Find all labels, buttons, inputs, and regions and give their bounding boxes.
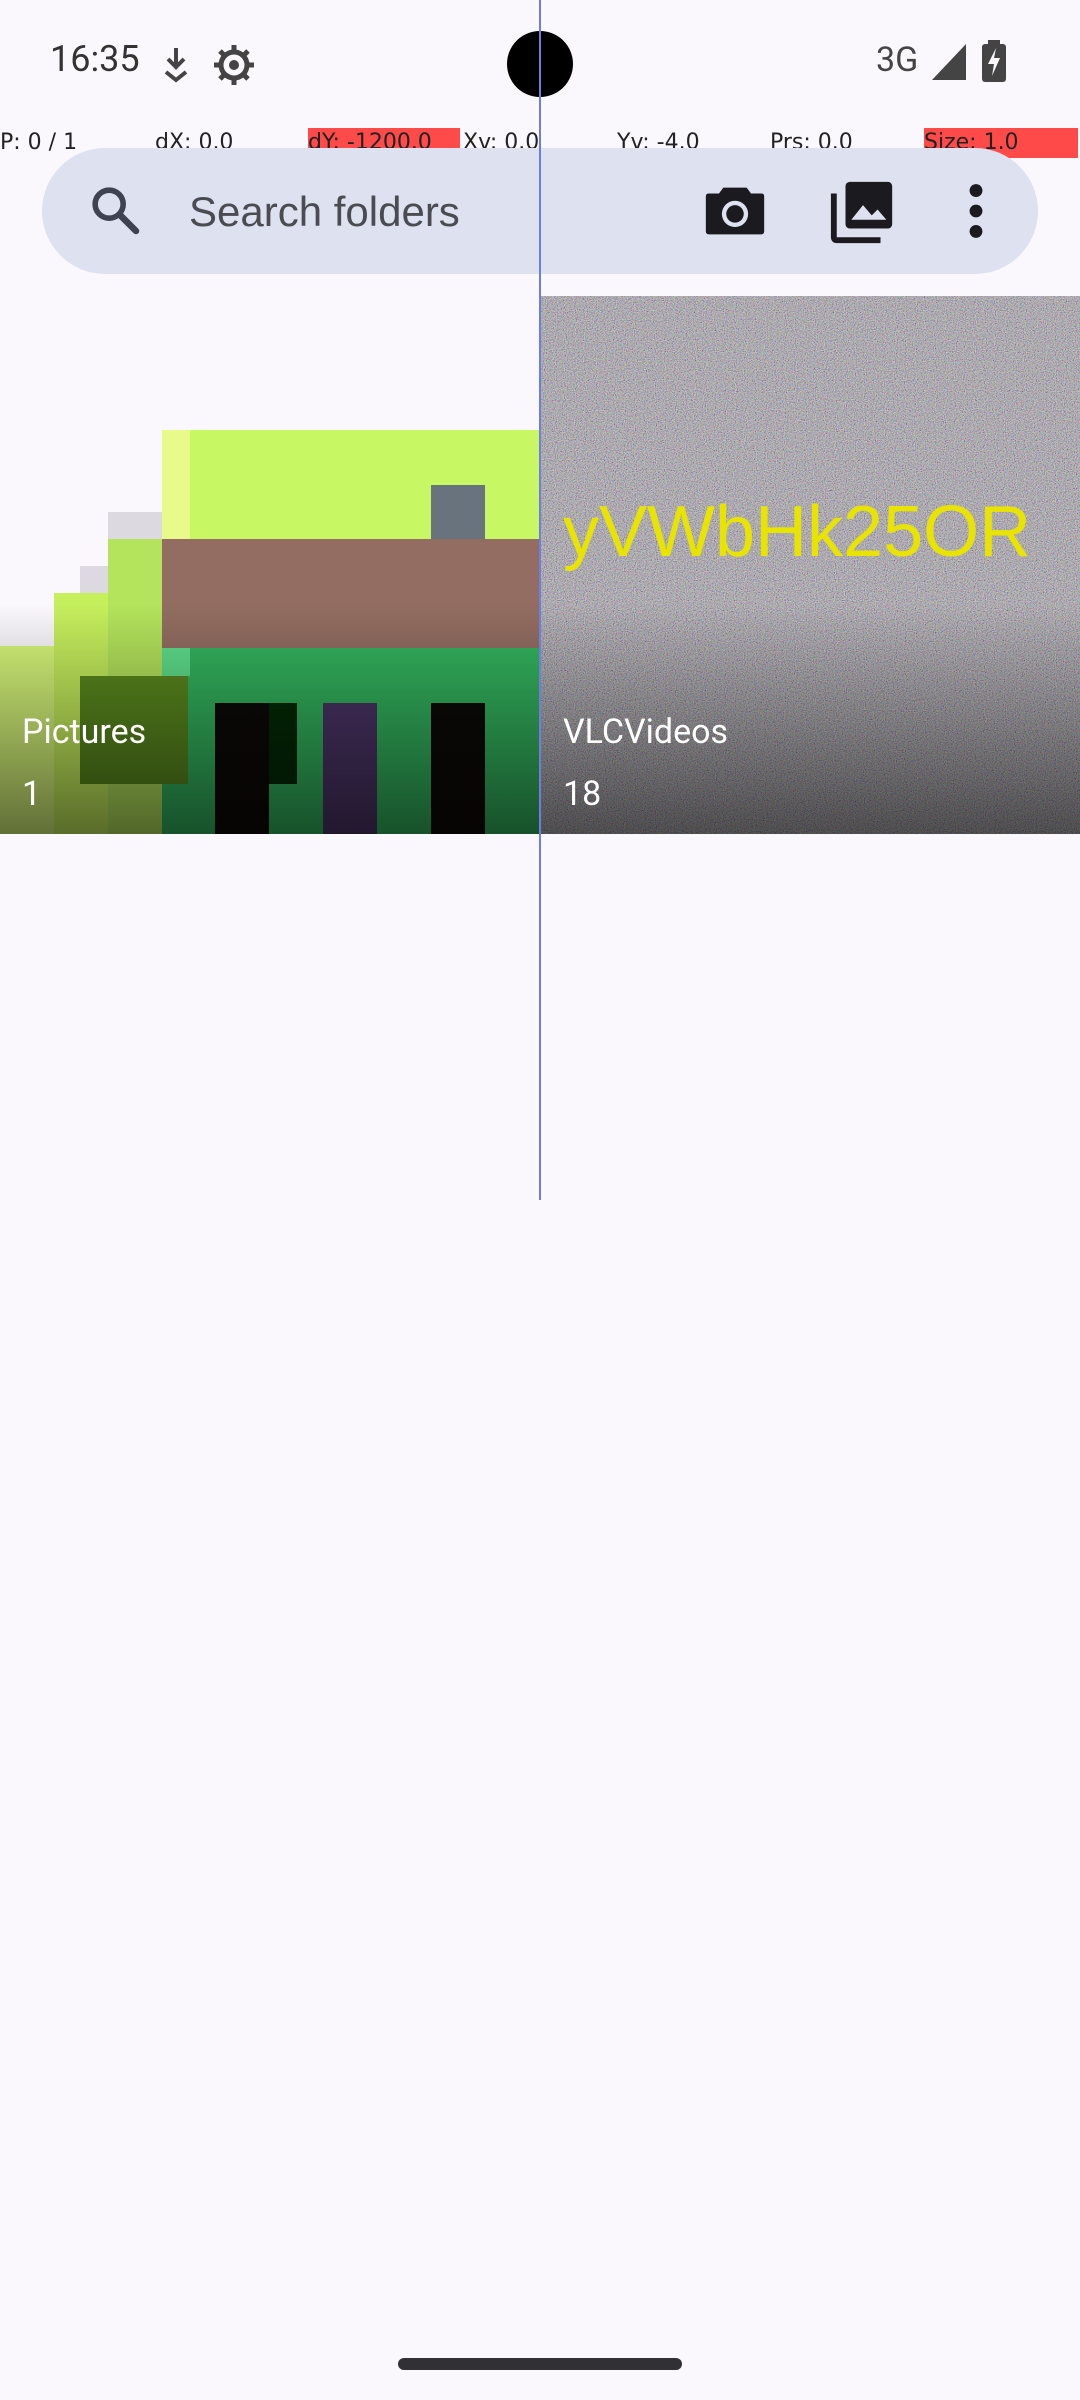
folder-name: Pictures <box>22 712 147 752</box>
settings-gear-icon <box>214 45 254 85</box>
battery-charging-icon <box>982 40 1006 82</box>
folder-name: VLCVideos <box>563 712 729 752</box>
download-notification-icon <box>164 48 188 83</box>
camera-icon[interactable] <box>700 176 770 246</box>
thumbnail-text: yVWbHk25OR <box>563 492 1031 572</box>
gallery-icon[interactable] <box>828 176 898 246</box>
status-time: 16:35 <box>50 38 140 80</box>
folder-count: 1 <box>22 774 42 814</box>
folder-count: 18 <box>563 774 602 814</box>
signal-icon <box>932 44 966 80</box>
gesture-navigation-handle[interactable] <box>398 2358 682 2370</box>
search-icon[interactable] <box>87 182 143 238</box>
folder-tile-vlcvideos[interactable]: yVWbHk25OR VLCVideos 18 <box>541 296 1080 834</box>
folder-tile-pictures[interactable]: Pictures 1 <box>0 296 539 834</box>
network-type: 3G <box>876 40 919 80</box>
pointer-trace-line <box>539 0 541 1200</box>
search-input[interactable] <box>187 176 711 248</box>
more-vert-icon[interactable] <box>941 176 1011 246</box>
